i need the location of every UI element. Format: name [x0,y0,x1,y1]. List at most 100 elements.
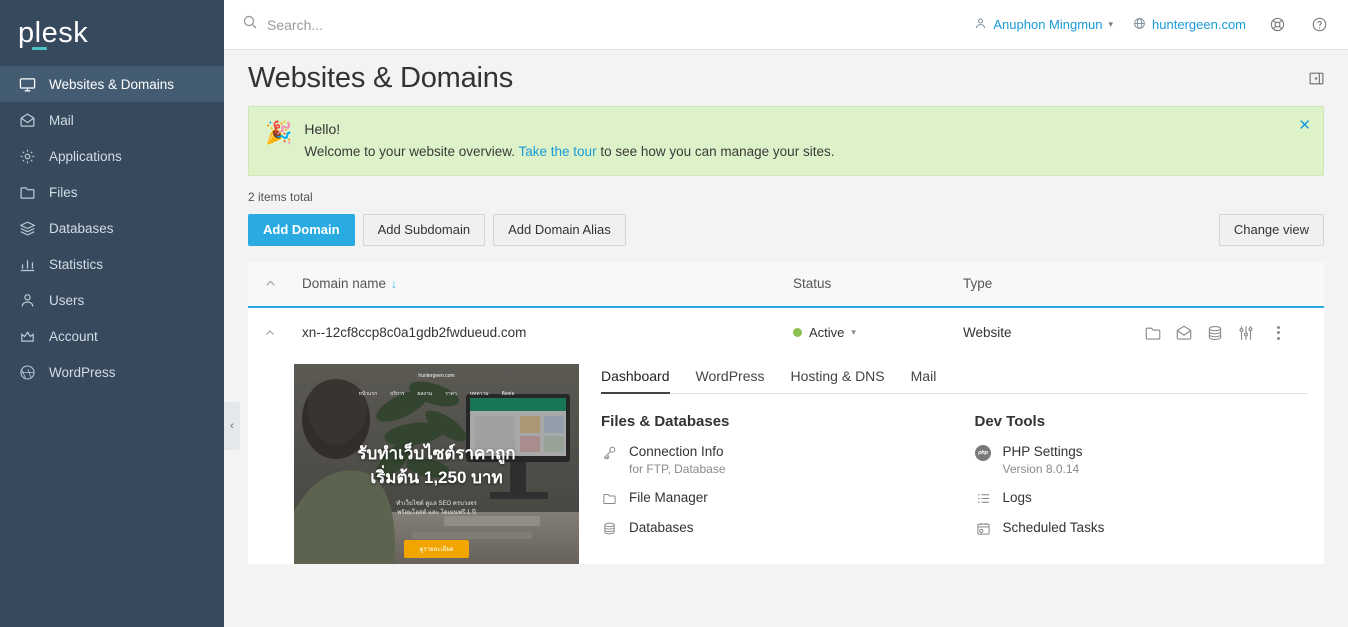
kebab-menu-icon[interactable] [1277,326,1280,340]
user-menu[interactable]: Anuphon Mingmun ▾ [974,17,1113,33]
thumbnail-headline-line1: รับทำเว็บไซต์ราคาถูก [294,442,579,467]
chevron-down-icon: ▾ [1109,19,1114,30]
thumbnail-headline-line2: เริ่มต้น 1,250 บาท [294,466,579,491]
add-subdomain-button[interactable]: Add Subdomain [363,214,486,246]
tab-dashboard[interactable]: Dashboard [601,364,670,393]
domain-link-label: huntergeen.com [1152,17,1246,32]
link-scheduled-tasks[interactable]: Scheduled Tasks [975,520,1309,536]
page-header: Websites & Domains [224,50,1348,106]
mail-icon[interactable] [1174,323,1193,342]
column-header-domain-name-label: Domain name [302,276,386,291]
link-label[interactable]: Connection Info [629,444,726,459]
sidebar-item-websites-domains[interactable]: Websites & Domains [0,66,224,102]
items-total-label: 2 items total [248,176,1324,214]
database-icon[interactable] [1205,323,1224,342]
column-header-type[interactable]: Type [963,276,1143,291]
sidebar-item-label: Statistics [49,257,103,272]
link-php-settings[interactable]: php PHP Settings Version 8.0.14 [975,444,1309,476]
thumbnail-nav-item: ผลงาน [418,390,433,398]
brand-logo[interactable]: plesk [0,0,224,66]
banner-close-icon[interactable]: ✕ [1298,118,1311,133]
link-label[interactable]: Databases [629,520,694,535]
link-label[interactable]: PHP Settings [1003,444,1083,459]
link-label[interactable]: File Manager [629,490,708,505]
key-icon [601,444,618,460]
chevron-down-icon: ▾ [851,327,856,338]
link-file-manager[interactable]: File Manager [601,490,935,506]
gear-icon [18,147,36,165]
thumbnail-nav-item: บทความ [470,390,489,398]
sidebar-item-label: Websites & Domains [49,77,174,92]
sidebar-collapse-handle[interactable]: ‹ [224,402,240,450]
question-circle-icon[interactable] [1308,14,1330,36]
sidebar-item-label: Mail [49,113,74,128]
row-actions [1143,323,1308,342]
link-label[interactable]: Logs [1003,490,1032,505]
sidebar-item-label: Files [49,185,78,200]
status-badge[interactable]: Active ▾ [793,325,963,340]
sidebar-item-mail[interactable]: Mail [0,102,224,138]
add-domain-button[interactable]: Add Domain [248,214,355,246]
link-logs[interactable]: Logs [975,490,1309,506]
thumbnail-subtext-line2: พร้อมโฮสต์ และ โดเมนฟรี 1 ปี [294,509,579,519]
chevron-left-icon: ‹ [230,420,234,432]
add-domain-alias-button[interactable]: Add Domain Alias [493,214,626,246]
thumbnail-cta-button: ดูรายละเอียด [404,540,470,558]
tab-mail[interactable]: Mail [911,364,937,393]
folder-icon[interactable] [1143,323,1162,342]
thumbnail-subtext: ทำเว็บไซต์ ดูแล SEO ครบวงจร พร้อมโฮสต์ แ… [294,500,579,519]
tab-hosting-dns[interactable]: Hosting & DNS [790,364,884,393]
sort-descending-icon: ↓ [391,277,397,291]
column-header-domain-name[interactable]: Domain name ↓ [302,276,793,291]
row-domain-name[interactable]: xn--12cf8ccp8c0a1gdb2fwdueud.com [302,325,793,340]
folder-icon [18,183,36,201]
thumbnail-headline: รับทำเว็บไซต์ราคาถูก เริ่มต้น 1,250 บาท [294,442,579,491]
user-icon [974,17,987,33]
sidebar-item-files[interactable]: Files [0,174,224,210]
sidebar-item-statistics[interactable]: Statistics [0,246,224,282]
sidebar-item-account[interactable]: Account [0,318,224,354]
mail-icon [18,111,36,129]
domains-table: Domain name ↓ Status Type xn--12cf8ccp8c… [248,262,1324,564]
panel-files-databases: Files & Databases Connection Info for FT… [601,413,935,550]
collapse-all-icon[interactable] [264,277,302,290]
change-view-button[interactable]: Change view [1219,214,1324,246]
tab-wordpress[interactable]: WordPress [696,364,765,393]
link-databases[interactable]: Databases [601,520,935,536]
welcome-banner: 🎉 Hello! Welcome to your website overvie… [248,106,1324,176]
database-icon [601,520,618,536]
list-icon [975,490,992,506]
globe-icon [1133,17,1146,33]
row-expand-icon[interactable] [264,327,302,339]
bar-chart-icon [18,255,36,273]
add-buttons-group: Add Domain Add Subdomain Add Domain Alia… [248,214,626,246]
column-header-status[interactable]: Status [793,276,963,291]
site-thumbnail[interactable]: huntergeen.com หน้าแรก บริการ ผลงาน ราคา… [294,364,579,564]
user-icon [18,291,36,309]
page-title: Websites & Domains [248,62,513,95]
database-icon [18,219,36,237]
table-row[interactable]: xn--12cf8ccp8c0a1gdb2fwdueud.com Active … [248,308,1324,358]
sidebar-item-wordpress[interactable]: WordPress [0,354,224,390]
sidebar-item-label: Account [49,329,98,344]
detail-right: Dashboard WordPress Hosting & DNS Mail F… [601,364,1308,564]
link-connection-info[interactable]: Connection Info for FTP, Database [601,444,935,476]
banner-text-after: to see how you can manage your sites. [597,144,835,159]
panel-title: Files & Databases [601,413,935,430]
sidebar-item-applications[interactable]: Applications [0,138,224,174]
thumbnail-nav-item: ติดต่อ [502,390,515,398]
row-detail-panel: huntergeen.com หน้าแรก บริการ ผลงาน ราคา… [248,358,1324,564]
sidebar-item-databases[interactable]: Databases [0,210,224,246]
sliders-icon[interactable] [1236,323,1255,342]
row-type: Website [963,325,1143,340]
sidebar-item-users[interactable]: Users [0,282,224,318]
panel-collapse-icon[interactable] [1304,66,1328,90]
domain-link[interactable]: huntergeen.com [1133,17,1246,33]
plesk-app: plesk Websites & Domains Mail Applicatio… [0,0,1348,627]
search-input[interactable] [267,17,567,33]
search-box[interactable] [242,14,964,35]
take-the-tour-link[interactable]: Take the tour [519,144,597,159]
banner-body: Welcome to your website overview. Take t… [304,144,1307,159]
link-label[interactable]: Scheduled Tasks [1003,520,1105,535]
lifebuoy-icon[interactable] [1266,14,1288,36]
